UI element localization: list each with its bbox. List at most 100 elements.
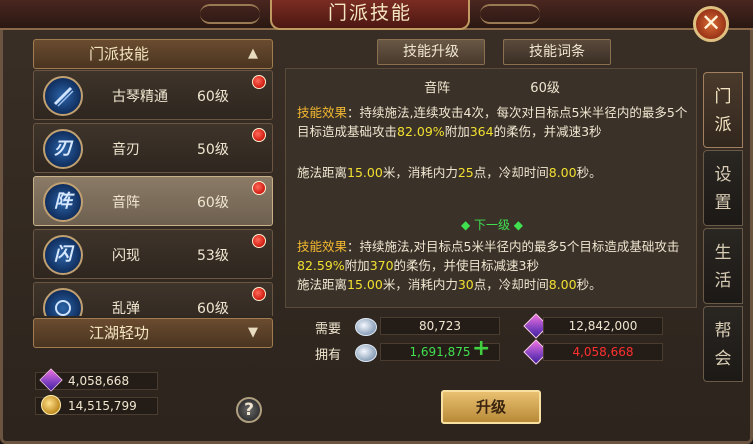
- add-silver-icon[interactable]: +: [472, 336, 490, 361]
- skill-level: 60级: [197, 89, 229, 105]
- side-tab-label: 置: [714, 193, 732, 213]
- skill-item-guqin[interactable]: 古琴精通 60级: [33, 70, 273, 120]
- title-ornament-right: [480, 4, 540, 24]
- skill-level: 60级: [197, 195, 229, 211]
- side-tab-label: 会: [714, 349, 732, 369]
- cast-text: 米，消耗内力: [382, 277, 458, 292]
- tab-skill-affix[interactable]: 技能词条: [503, 39, 611, 65]
- skill-item-yinzhen[interactable]: 阵 音阵 60级: [33, 176, 273, 226]
- notification-dot-icon: [252, 234, 266, 248]
- scatter-icon: [43, 288, 83, 316]
- title-bar: 门派技能: [0, 0, 753, 30]
- skill-item-yinren[interactable]: 刃 音刃 50级: [33, 123, 273, 173]
- side-tab-label: 活: [714, 271, 732, 291]
- own-label: 拥有: [315, 348, 342, 363]
- section-header-label: 江湖轻功: [89, 324, 150, 342]
- cast-text: 秒。: [576, 277, 602, 292]
- cast-text: 点，冷却时间: [473, 277, 549, 292]
- formation-icon: 阵: [43, 182, 83, 222]
- next-cast-info: 施法距离15.00米，消耗内力30点，冷却时间8.00秒。: [297, 275, 692, 294]
- upgrade-button[interactable]: 升级: [441, 390, 541, 424]
- next-effect-text: 技能效果：持续施法,对目标点5米半径内的最多5个目标造成基础攻击82.59%附加…: [297, 237, 692, 275]
- side-tab-life[interactable]: 生 活: [703, 228, 743, 304]
- coin-balance: 14,515,799: [35, 395, 158, 415]
- skill-name: 古琴精通: [112, 89, 168, 105]
- skill-name: 闪现: [112, 248, 140, 264]
- cast-text: 秒。: [576, 165, 602, 180]
- skill-name: 乱弹: [112, 301, 140, 316]
- window-title: 门派技能: [270, 0, 470, 30]
- notification-dot-icon: [252, 287, 266, 301]
- skill-level: 60级: [197, 301, 229, 316]
- attack-percent: 82.09%: [397, 124, 445, 139]
- cast-text: 米，消耗内力: [382, 165, 458, 180]
- skill-list-panel: 门派技能 ▲ 古琴精通 60级 刃 音刃 50级 阵 音阵 60级 闪 闪现 5…: [30, 38, 275, 428]
- cooldown: 8.00: [548, 277, 577, 292]
- side-tab-label: 设: [714, 165, 732, 185]
- effect-label: 技能效果: [297, 239, 348, 254]
- section-header-sect-skills[interactable]: 门派技能 ▲: [33, 39, 273, 69]
- section-header-label: 门派技能: [89, 45, 150, 63]
- collapse-arrow-icon: ▲: [248, 46, 258, 61]
- tab-skill-upgrade[interactable]: 技能升级: [377, 39, 485, 65]
- need-silver-value: 80,723: [380, 317, 500, 335]
- notification-dot-icon: [252, 75, 266, 89]
- notification-dot-icon: [252, 181, 266, 195]
- guqin-icon: [43, 76, 83, 116]
- bonus-damage: 370: [369, 258, 394, 273]
- skill-detail-box: 音阵 60级 技能效果：持续施法,连续攻击4次，每次对目标点5米半径内的最多5个…: [285, 68, 697, 308]
- help-button[interactable]: ?: [236, 397, 262, 423]
- coin-balance-value: 14,515,799: [68, 399, 137, 413]
- silver-icon: [355, 344, 377, 362]
- skill-item-luantan[interactable]: 乱弹 60级: [33, 282, 273, 316]
- current-effect-text: 技能效果：持续施法,连续攻击4次，每次对目标点5米半径内的最多5个目标造成基础攻…: [297, 103, 692, 141]
- current-cast-info: 施法距离15.00米，消耗内力25点，冷却时间8.00秒。: [297, 163, 692, 182]
- close-button[interactable]: ✕: [693, 6, 729, 42]
- flash-icon: 闪: [43, 235, 83, 275]
- cast-text: 施法距离: [297, 277, 348, 292]
- gem-icon: [39, 368, 63, 392]
- gem-balance: 4,058,668: [35, 368, 158, 392]
- side-tab-label: 生: [714, 243, 732, 263]
- title-ornament-left: [200, 4, 260, 24]
- skill-level: 53级: [197, 248, 229, 264]
- side-tab-sect[interactable]: 门 派: [703, 72, 743, 148]
- inner-power-cost: 30: [457, 277, 474, 292]
- need-label: 需要: [315, 322, 342, 337]
- skill-detail-header: 音阵 60级: [286, 77, 698, 96]
- skill-name: 音刃: [112, 142, 140, 158]
- cast-text: 点，冷却时间: [473, 165, 549, 180]
- skill-item-shanxian[interactable]: 闪 闪现 53级: [33, 229, 273, 279]
- side-tab-label: 门: [714, 87, 732, 107]
- side-tab-label: 帮: [714, 321, 732, 341]
- gem-balance-value: 4,058,668: [68, 374, 130, 388]
- coin-icon: [41, 395, 61, 415]
- inner-power-cost: 25: [457, 165, 474, 180]
- effect-text: 的柔伤，并减速3秒: [493, 124, 602, 139]
- cast-distance: 15.00: [347, 277, 383, 292]
- cooldown: 8.00: [548, 165, 577, 180]
- skill-list[interactable]: 古琴精通 60级 刃 音刃 50级 阵 音阵 60级 闪 闪现 53级 乱弹 6…: [33, 70, 273, 316]
- effect-label: 技能效果: [297, 105, 348, 120]
- next-level-divider: ◆ 下一级 ◆: [460, 218, 524, 232]
- skill-detail-level: 60级: [530, 81, 560, 96]
- section-header-lightness-skills[interactable]: 江湖轻功 ▼: [33, 318, 273, 348]
- cast-text: 施法距离: [297, 165, 348, 180]
- bonus-damage: 364: [469, 124, 494, 139]
- blade-icon: 刃: [43, 129, 83, 169]
- need-gem-value: 12,842,000: [543, 317, 663, 335]
- notification-dot-icon: [252, 128, 266, 142]
- side-tab-settings[interactable]: 设 置: [703, 150, 743, 226]
- skill-detail-panel: 技能升级 技能词条 音阵 60级 技能效果：持续施法,连续攻击4次，每次对目标点…: [285, 38, 697, 430]
- own-gem-value: 4,058,668: [543, 343, 663, 361]
- effect-text: ：持续施法,对目标点5米半径内的最多5个目标造成基础攻击: [347, 239, 680, 254]
- skill-detail-name: 音阵: [424, 81, 451, 96]
- side-tab-guild[interactable]: 帮 会: [703, 306, 743, 382]
- cast-distance: 15.00: [347, 165, 383, 180]
- attack-percent: 82.59%: [297, 258, 345, 273]
- side-tab-label: 派: [714, 115, 732, 135]
- skill-level: 50级: [197, 142, 229, 158]
- effect-text: 附加: [344, 258, 370, 273]
- silver-icon: [355, 318, 377, 336]
- effect-text: 的柔伤，并使目标减速3秒: [393, 258, 540, 273]
